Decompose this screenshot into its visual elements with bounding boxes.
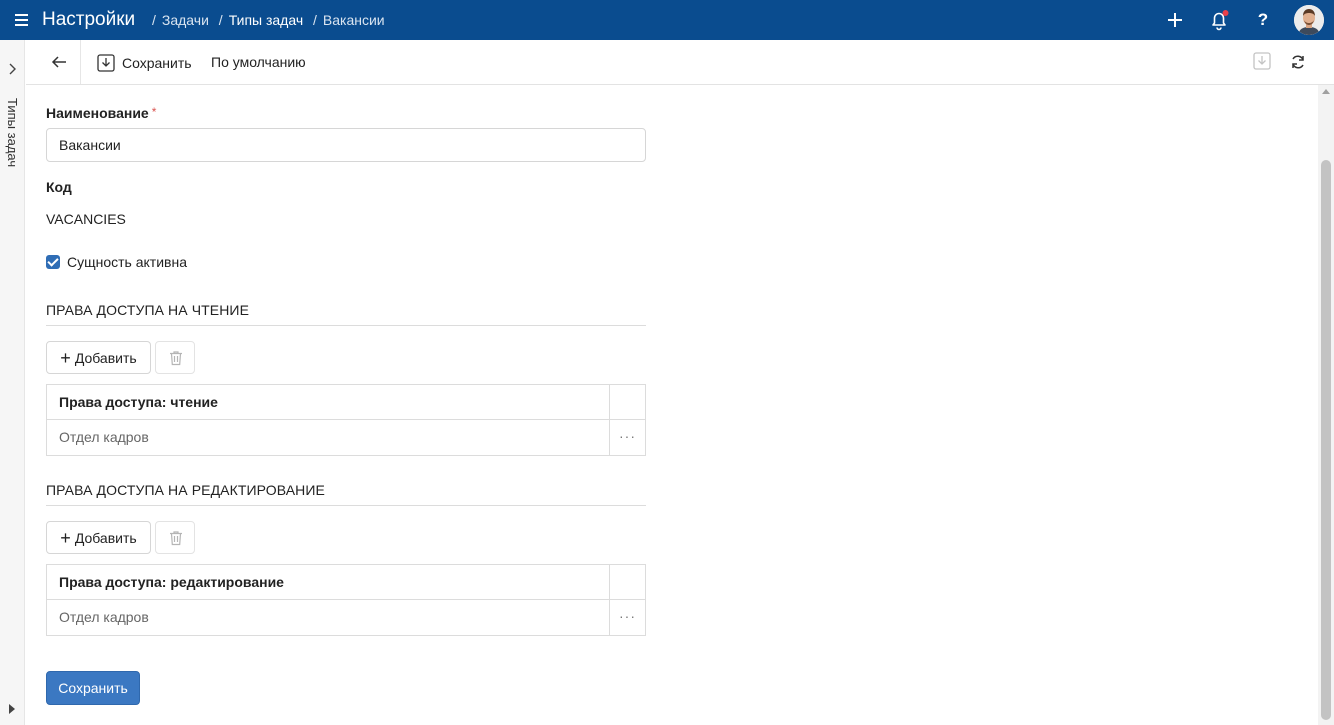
breadcrumb-item-task-types[interactable]: Типы задач <box>229 12 303 28</box>
app-title[interactable]: Настройки <box>42 9 135 31</box>
code-field-label: Код <box>46 179 72 195</box>
table-header-action-cell <box>610 565 645 600</box>
save-button[interactable]: Сохранить <box>46 671 140 705</box>
active-checkbox-row[interactable]: Сущность активна <box>46 254 187 270</box>
read-delete-button[interactable] <box>155 341 195 374</box>
toolbar-save-button[interactable]: Сохранить <box>97 52 192 74</box>
trash-icon <box>170 351 182 366</box>
table-row[interactable]: Отдел кадров ··· <box>47 600 645 635</box>
breadcrumb-separator: / <box>218 12 223 28</box>
edit-access-column-header: Права доступа: редактирование <box>47 565 610 600</box>
side-panel-label[interactable]: Типы задач <box>5 98 20 167</box>
help-icon[interactable]: ? <box>1251 9 1275 33</box>
edit-delete-button[interactable] <box>155 521 195 554</box>
hamburger-menu-icon[interactable] <box>14 11 32 29</box>
refresh-icon[interactable] <box>1288 52 1308 72</box>
name-input[interactable] <box>46 128 646 162</box>
default-button[interactable]: По умолчанию <box>211 54 306 70</box>
more-dots-icon[interactable]: ··· <box>610 420 645 455</box>
edit-add-label: Добавить <box>74 529 137 546</box>
read-access-column-header: Права доступа: чтение <box>47 385 610 420</box>
vertical-scrollbar[interactable] <box>1318 85 1334 725</box>
breadcrumb-item-current: Вакансии <box>322 12 385 28</box>
plus-icon: + <box>60 347 71 368</box>
breadcrumb-separator: / <box>313 12 317 28</box>
code-value: VACANCIES <box>46 211 126 227</box>
trash-icon <box>170 531 182 546</box>
toolbar-save-label: Сохранить <box>122 55 192 71</box>
name-field-label: Наименование * <box>46 105 156 121</box>
breadcrumb-item-tasks[interactable]: Задачи <box>162 12 209 28</box>
breadcrumb: / Задачи / Типы задач / Вакансии <box>152 12 391 28</box>
table-row[interactable]: Отдел кадров ··· <box>47 420 645 455</box>
top-bar: Настройки / Задачи / Типы задач / Вакансии … <box>0 0 1334 40</box>
table-header-row: Права доступа: чтение <box>47 385 645 420</box>
edit-access-row-value[interactable]: Отдел кадров <box>47 600 610 635</box>
expand-arrow-icon[interactable] <box>6 702 18 716</box>
active-checkbox-label: Сущность активна <box>67 254 187 270</box>
download-icon[interactable] <box>1253 52 1271 70</box>
scroll-up-arrow-icon[interactable] <box>1322 89 1330 94</box>
plus-icon: + <box>60 527 71 548</box>
collapsed-side-panel: Типы задач <box>0 40 25 725</box>
add-plus-icon[interactable] <box>1163 8 1187 32</box>
edit-add-button[interactable]: + Добавить <box>46 521 151 554</box>
read-add-button[interactable]: + Добавить <box>46 341 151 374</box>
more-dots-icon[interactable]: ··· <box>610 600 645 635</box>
edit-access-section-title: ПРАВА ДОСТУПА НА РЕДАКТИРОВАНИЕ <box>46 482 646 506</box>
avatar[interactable] <box>1294 5 1324 35</box>
save-icon <box>97 54 115 72</box>
chevron-right-icon[interactable] <box>5 62 19 76</box>
required-asterisk: * <box>151 105 157 119</box>
read-access-row-value[interactable]: Отдел кадров <box>47 420 610 455</box>
read-access-table: Права доступа: чтение Отдел кадров ··· <box>46 384 646 456</box>
notifications-bell-icon[interactable] <box>1207 8 1231 32</box>
toolbar-divider <box>80 40 81 84</box>
notification-badge <box>1222 10 1229 16</box>
scrollbar-thumb[interactable] <box>1321 160 1331 720</box>
toolbar: Сохранить По умолчанию <box>26 40 1334 85</box>
read-access-section-title: ПРАВА ДОСТУПА НА ЧТЕНИЕ <box>46 302 646 326</box>
table-header-row: Права доступа: редактирование <box>47 565 645 600</box>
edit-access-table: Права доступа: редактирование Отдел кадр… <box>46 564 646 636</box>
active-checkbox[interactable] <box>46 255 60 269</box>
table-header-action-cell <box>610 385 645 420</box>
read-add-label: Добавить <box>74 349 137 366</box>
breadcrumb-separator: / <box>152 12 156 28</box>
name-label-text: Наименование <box>46 105 149 121</box>
back-arrow-icon[interactable] <box>48 52 70 72</box>
